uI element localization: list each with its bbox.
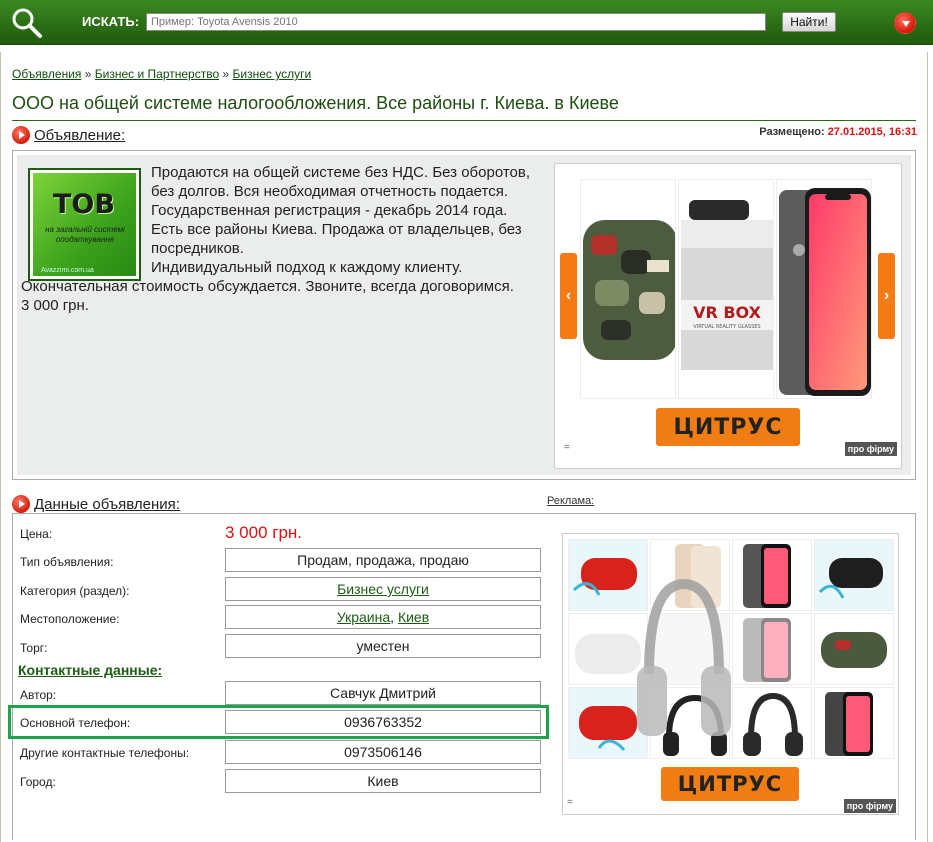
iphone-product-image[interactable] bbox=[776, 179, 872, 399]
posted-label: Размещено: bbox=[759, 126, 825, 138]
about-company-badge[interactable]: про фірму bbox=[843, 799, 896, 813]
menu-lines-icon[interactable]: = bbox=[567, 797, 573, 808]
author-value: Савчук Дмитрий bbox=[225, 681, 541, 705]
citrus-logo[interactable]: ЦИТРУС bbox=[656, 408, 800, 446]
location-label: Местоположение: bbox=[20, 612, 120, 626]
contacts-heading: Контактные данные: bbox=[18, 662, 163, 678]
citrus-banner-top[interactable]: VR BOX VIRTUAL REALITY GLASSES ‹ › ЦИТРУ… bbox=[554, 163, 902, 469]
menu-lines-icon[interactable]: = bbox=[564, 442, 570, 453]
city-label: Город: bbox=[20, 775, 56, 789]
breadcrumb: Объявления » Бизнес и Партнерство » Бизн… bbox=[12, 67, 311, 81]
search-icon[interactable] bbox=[10, 6, 44, 40]
chevron-right-icon: › bbox=[883, 287, 890, 304]
vr-box-sublabel: VIRTUAL REALITY GLASSES bbox=[693, 324, 760, 330]
breadcrumb-separator: » bbox=[222, 67, 230, 81]
product-tile[interactable] bbox=[732, 539, 812, 611]
speaker-product-image[interactable] bbox=[580, 179, 676, 399]
city-value: Киев bbox=[225, 769, 541, 793]
breadcrumb-separator: » bbox=[84, 67, 92, 81]
breadcrumb-business-services[interactable]: Бизнес услуги bbox=[233, 67, 312, 81]
main-phone-label: Основной телефон: bbox=[20, 716, 131, 730]
vr-box-product-image[interactable]: VR BOX VIRTUAL REALITY GLASSES bbox=[678, 179, 774, 399]
dropdown-menu-button[interactable] bbox=[894, 12, 916, 34]
citrus-logo[interactable]: ЦИТРУС bbox=[661, 767, 799, 801]
ad-type-label: Тип объявления: bbox=[20, 555, 114, 569]
product-tile[interactable] bbox=[732, 613, 812, 685]
category-value: Бизнес услуги bbox=[225, 577, 541, 601]
main-phone-value[interactable]: 0936763352 bbox=[225, 710, 541, 734]
country-link[interactable]: Украина bbox=[337, 609, 390, 625]
price-value: 3 000 грн. bbox=[225, 523, 303, 542]
product-tile[interactable] bbox=[814, 687, 894, 759]
ad-section-heading: Объявление: bbox=[12, 126, 125, 145]
headphones-overlay-image bbox=[637, 578, 731, 736]
search-label: ИСКАТЬ: bbox=[82, 14, 140, 29]
breadcrumb-business[interactable]: Бизнес и Партнерство bbox=[95, 67, 219, 81]
ad-description: Продаются на общей системе без НДС. Без … bbox=[21, 163, 551, 315]
about-company-badge[interactable]: про фірму bbox=[844, 442, 897, 456]
ad-text-line: Окончательная стоимость обсуждается. Зво… bbox=[21, 278, 514, 295]
carousel-next-button[interactable]: › bbox=[878, 253, 895, 339]
search-button[interactable]: Найти! bbox=[782, 12, 836, 32]
location-separator: , bbox=[390, 609, 398, 625]
search-input[interactable] bbox=[146, 13, 766, 31]
price-label: Цена: bbox=[20, 527, 53, 541]
other-phones-value[interactable]: 0973506146 bbox=[225, 740, 541, 764]
data-section-heading: Данные объявления: bbox=[12, 495, 180, 514]
citrus-banner-side[interactable]: ЦИТРУС = про фірму bbox=[562, 533, 899, 815]
vr-box-label: VR BOX bbox=[693, 303, 762, 322]
product-tile[interactable] bbox=[814, 613, 894, 685]
city-link[interactable]: Киев bbox=[398, 609, 429, 625]
chevron-down-icon bbox=[902, 21, 910, 27]
play-arrow-icon bbox=[12, 126, 30, 145]
ad-text-line: 3 000 грн. bbox=[21, 297, 89, 314]
posted-date: 27.01.2015, 16:31 bbox=[827, 126, 917, 138]
category-label: Категория (раздел): bbox=[20, 584, 130, 598]
posted-info: Размещено: 27.01.2015, 16:31 bbox=[759, 126, 917, 138]
top-search-bar: ИСКАТЬ: Найти! bbox=[0, 0, 933, 45]
chevron-left-icon: ‹ bbox=[565, 287, 572, 304]
category-link[interactable]: Бизнес услуги bbox=[337, 581, 429, 597]
location-value: Украина, Киев bbox=[225, 605, 541, 629]
product-tile[interactable] bbox=[732, 687, 812, 759]
product-tile[interactable] bbox=[814, 539, 894, 611]
ads-label[interactable]: Реклама: bbox=[547, 495, 594, 507]
breadcrumb-ads[interactable]: Объявления bbox=[12, 67, 81, 81]
bargain-label: Торг: bbox=[20, 641, 48, 655]
play-arrow-icon bbox=[12, 495, 30, 514]
author-label: Автор: bbox=[20, 688, 57, 702]
carousel-prev-button[interactable]: ‹ bbox=[560, 253, 577, 339]
page-title: ООО на общей системе налогообложения. Вс… bbox=[12, 93, 916, 121]
other-phones-label: Другие контактные телефоны: bbox=[20, 746, 190, 760]
bargain-value: уместен bbox=[225, 634, 541, 658]
ad-type-value: Продам, продажа, продаю bbox=[225, 548, 541, 572]
